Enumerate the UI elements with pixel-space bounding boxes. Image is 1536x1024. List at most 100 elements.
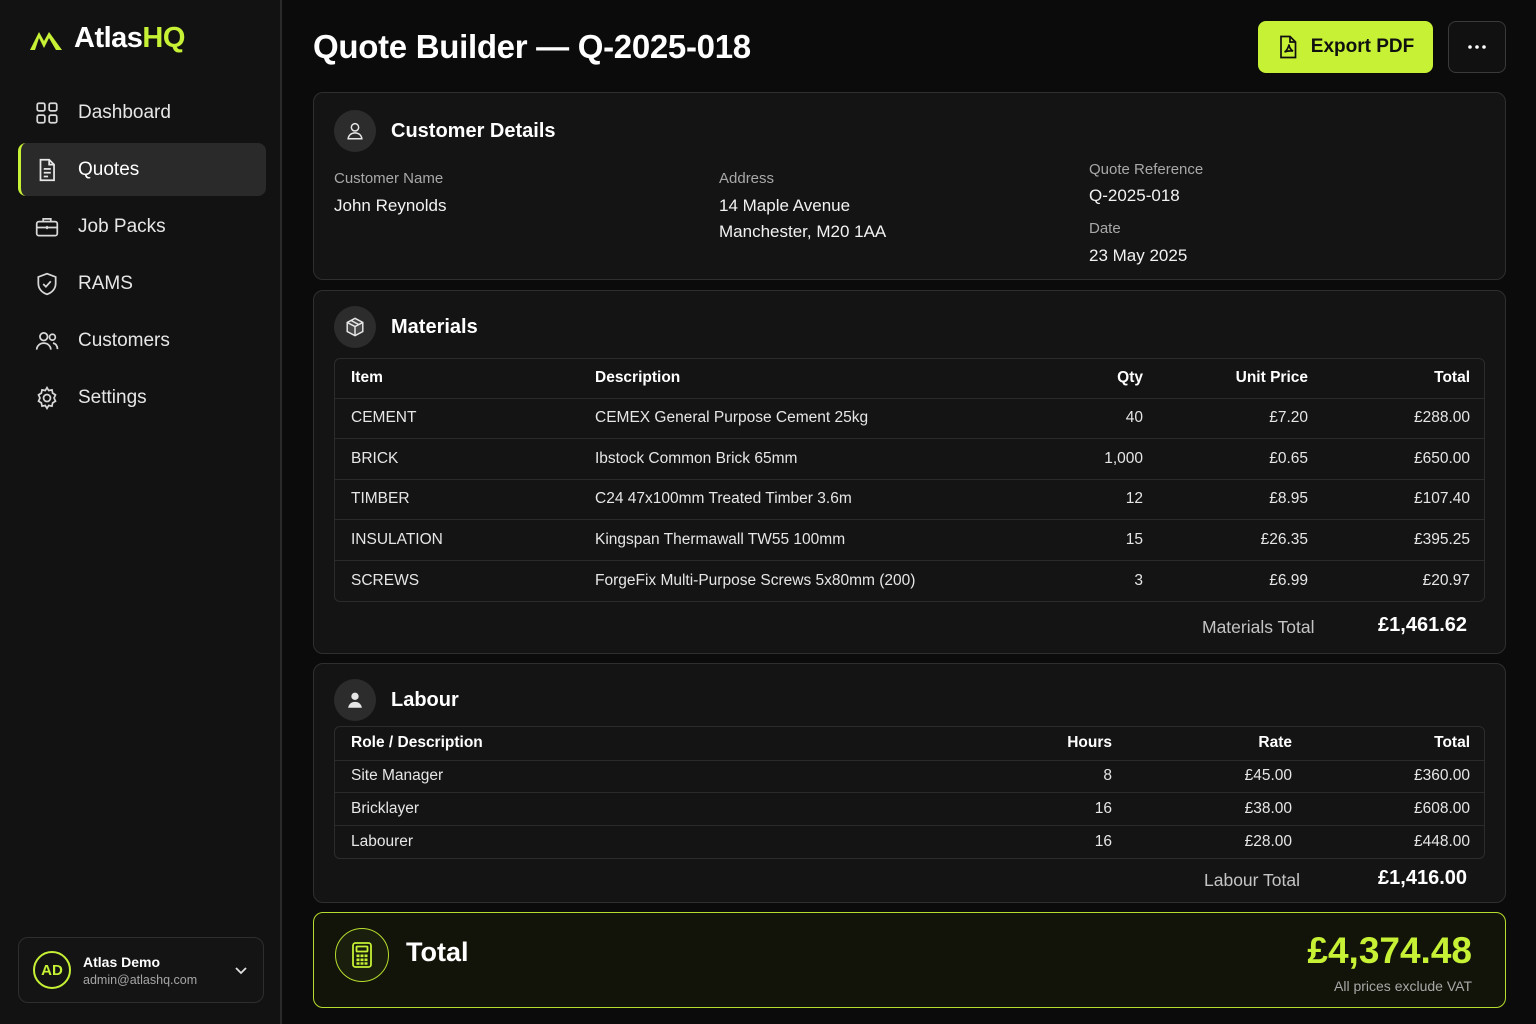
materials-table: Item Description Qty Unit Price Total CE… xyxy=(334,358,1485,602)
labour-card: Labour Role / Description Hours Rate Tot… xyxy=(313,663,1506,903)
worker-icon xyxy=(334,679,376,721)
description-cell: Ibstock Common Brick 65mm xyxy=(579,438,1049,479)
total-cell: £20.97 xyxy=(1324,559,1484,601)
grand-total-label: Total xyxy=(406,937,469,967)
table-row[interactable]: CEMENT CEMEX General Purpose Cement 25kg… xyxy=(335,397,1484,439)
sidebar-item-settings[interactable]: Settings xyxy=(18,371,266,424)
export-pdf-label: Export PDF xyxy=(1310,36,1415,57)
sidebar: AtlasHQ Dashboard Quotes Job Packs RAMS xyxy=(0,0,282,1024)
box-icon xyxy=(334,306,376,348)
col-qty: Qty xyxy=(1117,369,1143,387)
vat-note: All prices exclude VAT xyxy=(1334,978,1472,994)
description-cell: CEMEX General Purpose Cement 25kg xyxy=(579,397,1049,439)
description-cell: C24 47x100mm Treated Timber 3.6m xyxy=(579,478,1049,520)
labour-header-row: Role / Description Hours Rate Total xyxy=(335,727,1484,760)
role-cell: Bricklayer xyxy=(335,792,975,825)
col-description: Description xyxy=(595,369,681,387)
labour-table: Role / Description Hours Rate Total Site… xyxy=(334,726,1485,859)
materials-title: Materials xyxy=(391,315,478,338)
table-row[interactable]: Site Manager 8 £45.00 £360.00 xyxy=(335,759,1484,793)
table-row[interactable]: BRICK Ibstock Common Brick 65mm 1,000 £0… xyxy=(335,438,1484,479)
sidebar-item-dashboard[interactable]: Dashboard xyxy=(18,86,266,139)
description-cell: ForgeFix Multi-Purpose Screws 5x80mm (20… xyxy=(579,559,1049,601)
total-cell: £650.00 xyxy=(1324,438,1484,479)
qty-cell: 1,000 xyxy=(1049,438,1159,479)
shield-check-icon xyxy=(34,271,60,297)
total-cell: £395.25 xyxy=(1324,519,1484,560)
export-pdf-button[interactable]: Export PDF xyxy=(1258,21,1433,73)
materials-total-value: £1,461.62 xyxy=(1378,614,1467,636)
mountain-logo-icon xyxy=(30,31,62,50)
table-row[interactable]: Labourer 16 £28.00 £448.00 xyxy=(335,824,1484,858)
more-options-button[interactable] xyxy=(1448,21,1506,73)
address-label: Address xyxy=(719,170,775,187)
sidebar-item-job-packs[interactable]: Job Packs xyxy=(18,200,266,253)
customer-details-card: Customer Details Customer Name John Reyn… xyxy=(313,92,1506,280)
customer-details-header: Customer Details xyxy=(334,110,556,152)
table-row[interactable]: SCREWS ForgeFix Multi-Purpose Screws 5x8… xyxy=(335,559,1484,601)
qty-cell: 15 xyxy=(1049,519,1159,560)
chevron-down-icon[interactable] xyxy=(233,962,249,978)
col-item: Item xyxy=(351,369,383,387)
hours-cell: 16 xyxy=(975,824,1128,858)
rate-cell: £28.00 xyxy=(1128,824,1308,858)
sidebar-nav: Dashboard Quotes Job Packs RAMS Customer… xyxy=(18,86,266,428)
unit-price-cell: £26.35 xyxy=(1159,519,1324,560)
rate-cell: £45.00 xyxy=(1128,759,1308,793)
brand-name: AtlasHQ xyxy=(74,22,185,54)
table-row[interactable]: TIMBER C24 47x100mm Treated Timber 3.6m … xyxy=(335,478,1484,520)
role-cell: Site Manager xyxy=(335,759,975,793)
sidebar-item-rams[interactable]: RAMS xyxy=(18,257,266,310)
col-total: Total xyxy=(1434,734,1470,752)
address-line2: Manchester, M20 1AA xyxy=(719,222,887,241)
users-icon xyxy=(34,328,60,354)
sidebar-item-label: RAMS xyxy=(78,272,133,294)
briefcase-icon xyxy=(34,214,60,240)
total-cell: £107.40 xyxy=(1324,478,1484,520)
page-title: Quote Builder — Q-2025-018 xyxy=(313,28,751,65)
labour-total-label: Labour Total xyxy=(1204,870,1301,890)
user-menu[interactable]: AD Atlas Demo admin@atlashq.com xyxy=(18,937,264,1003)
materials-header: Materials xyxy=(334,306,478,348)
user-email: admin@atlashq.com xyxy=(83,972,198,987)
grand-total-value: £4,374.48 xyxy=(1307,930,1472,971)
unit-price-cell: £8.95 xyxy=(1159,478,1324,520)
sidebar-item-customers[interactable]: Customers xyxy=(18,314,266,367)
item-cell: INSULATION xyxy=(335,519,579,560)
date-value: 23 May 2025 xyxy=(1089,246,1188,265)
date-label: Date xyxy=(1089,220,1121,237)
quote-reference-label: Quote Reference xyxy=(1089,161,1204,178)
person-icon xyxy=(334,110,376,152)
total-cell: £448.00 xyxy=(1308,824,1484,858)
role-cell: Labourer xyxy=(335,824,975,858)
sidebar-item-label: Job Packs xyxy=(78,215,166,237)
materials-header-row: Item Description Qty Unit Price Total xyxy=(335,359,1484,398)
hours-cell: 8 xyxy=(975,759,1128,793)
address-line1: 14 Maple Avenue xyxy=(719,196,851,215)
unit-price-cell: £0.65 xyxy=(1159,438,1324,479)
ellipsis-icon xyxy=(1468,45,1486,49)
table-row[interactable]: INSULATION Kingspan Thermawall TW55 100m… xyxy=(335,519,1484,560)
item-cell: BRICK xyxy=(335,438,579,479)
materials-card: Materials Item Description Qty Unit Pric… xyxy=(313,290,1506,654)
col-unit-price: Unit Price xyxy=(1235,369,1308,387)
user-name: Atlas Demo xyxy=(83,953,161,970)
sidebar-item-label: Settings xyxy=(78,386,147,408)
col-hours: Hours xyxy=(1067,734,1112,752)
table-row[interactable]: Bricklayer 16 £38.00 £608.00 xyxy=(335,792,1484,825)
calculator-icon xyxy=(335,928,389,982)
sidebar-item-label: Customers xyxy=(78,329,170,351)
customer-name-label: Customer Name xyxy=(334,170,444,187)
sidebar-item-quotes[interactable]: Quotes xyxy=(18,143,266,196)
pdf-file-icon xyxy=(1279,35,1297,59)
rate-cell: £38.00 xyxy=(1128,792,1308,825)
total-cell: £360.00 xyxy=(1308,759,1484,793)
customer-details-title: Customer Details xyxy=(391,119,556,142)
user-info: Atlas Demo admin@atlashq.com xyxy=(83,954,221,987)
labour-header: Labour xyxy=(334,679,459,721)
unit-price-cell: £6.99 xyxy=(1159,559,1324,601)
brand-logo[interactable]: AtlasHQ xyxy=(28,22,185,55)
col-role: Role / Description xyxy=(351,734,483,752)
qty-cell: 3 xyxy=(1049,559,1159,601)
document-icon xyxy=(34,157,60,183)
